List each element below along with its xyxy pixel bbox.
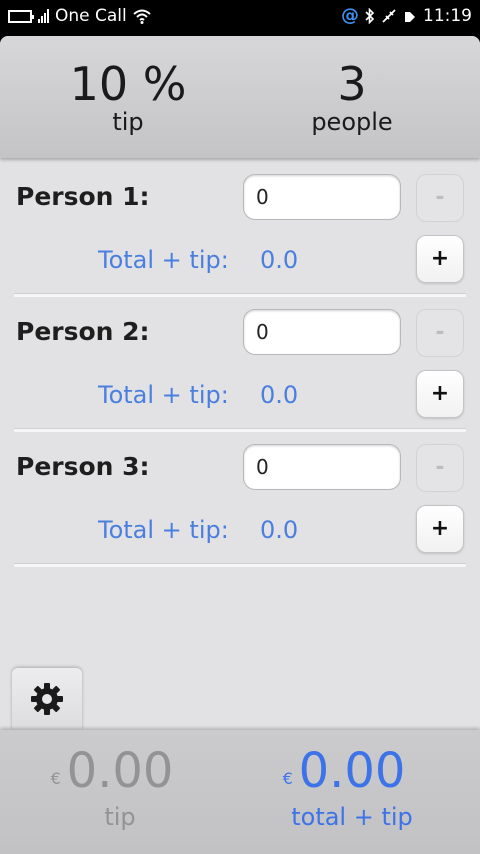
total-tip-label: Total + tip: — [98, 381, 229, 409]
increment-button[interactable]: + — [416, 235, 464, 283]
decrement-button[interactable]: - — [416, 174, 464, 222]
total-tip-label: Total + tip: — [98, 516, 229, 544]
tip-percentage-label: tip — [112, 108, 144, 136]
signal-icon — [38, 9, 49, 23]
person-name: Person 3: — [16, 452, 150, 481]
totals-footer: € 0.00 tip € 0.00 total + tip — [0, 730, 480, 854]
people-count-value: 3 — [337, 57, 367, 111]
person-name: Person 1: — [16, 182, 150, 211]
person-row: Person 2: - Total + tip: 0.0 + — [0, 297, 480, 432]
tip-total-value: 0.00 — [66, 743, 174, 799]
at-icon: @ — [341, 5, 359, 26]
screen: One Call @ 11:19 10 % tip 3 people Perso… — [0, 0, 480, 854]
currency-symbol: € — [50, 769, 61, 788]
total-tip-value: 0.0 — [260, 381, 299, 409]
status-right: @ 11:19 — [341, 5, 472, 26]
person-row: Person 1: - Total + tip: 0.0 + — [0, 162, 480, 297]
bluetooth-icon — [365, 7, 375, 24]
grand-total-label: total + tip — [291, 803, 413, 831]
status-time: 11:19 — [423, 5, 472, 26]
people-count-control[interactable]: 3 people — [252, 54, 452, 136]
tip-percentage-control[interactable]: 10 % tip — [28, 54, 228, 136]
grand-total-block: € 0.00 total + tip — [242, 740, 462, 832]
tip-percentage-value: 10 % — [69, 57, 187, 111]
total-tip-value: 0.0 — [260, 246, 299, 274]
increment-button[interactable]: + — [416, 370, 464, 418]
people-count-label: people — [311, 108, 393, 136]
row-divider — [14, 563, 466, 567]
summary-header: 10 % tip 3 people — [0, 36, 480, 158]
currency-symbol: € — [282, 769, 293, 788]
person-amount-input[interactable] — [243, 444, 401, 490]
gear-icon — [31, 683, 63, 715]
status-bar: One Call @ 11:19 — [0, 0, 480, 34]
tip-total-block: € 0.00 tip — [10, 740, 230, 832]
increment-button[interactable]: + — [416, 505, 464, 553]
person-amount-input[interactable] — [243, 309, 401, 355]
person-row: Person 3: - Total + tip: 0.0 + — [0, 432, 480, 567]
silent-icon — [405, 11, 415, 22]
carrier-name: One Call — [55, 6, 127, 26]
status-left: One Call — [8, 6, 151, 26]
decrement-button[interactable]: - — [416, 309, 464, 357]
grand-total-value-wrap: € 0.00 — [283, 740, 406, 802]
tip-calculator-app: 10 % tip 3 people Person 1: - Total + ti… — [0, 36, 480, 854]
battery-icon — [8, 9, 34, 23]
decrement-button[interactable]: - — [416, 444, 464, 492]
person-name: Person 2: — [16, 317, 150, 346]
total-tip-value: 0.0 — [260, 516, 299, 544]
tip-total-label: tip — [104, 803, 136, 831]
tip-total-value-wrap: € 0.00 — [51, 740, 174, 802]
settings-button[interactable] — [12, 668, 82, 730]
grand-total-value: 0.00 — [298, 743, 406, 799]
wifi-icon — [133, 9, 151, 24]
person-amount-input[interactable] — [243, 174, 401, 220]
usb-icon — [382, 8, 396, 23]
total-tip-label: Total + tip: — [98, 246, 229, 274]
